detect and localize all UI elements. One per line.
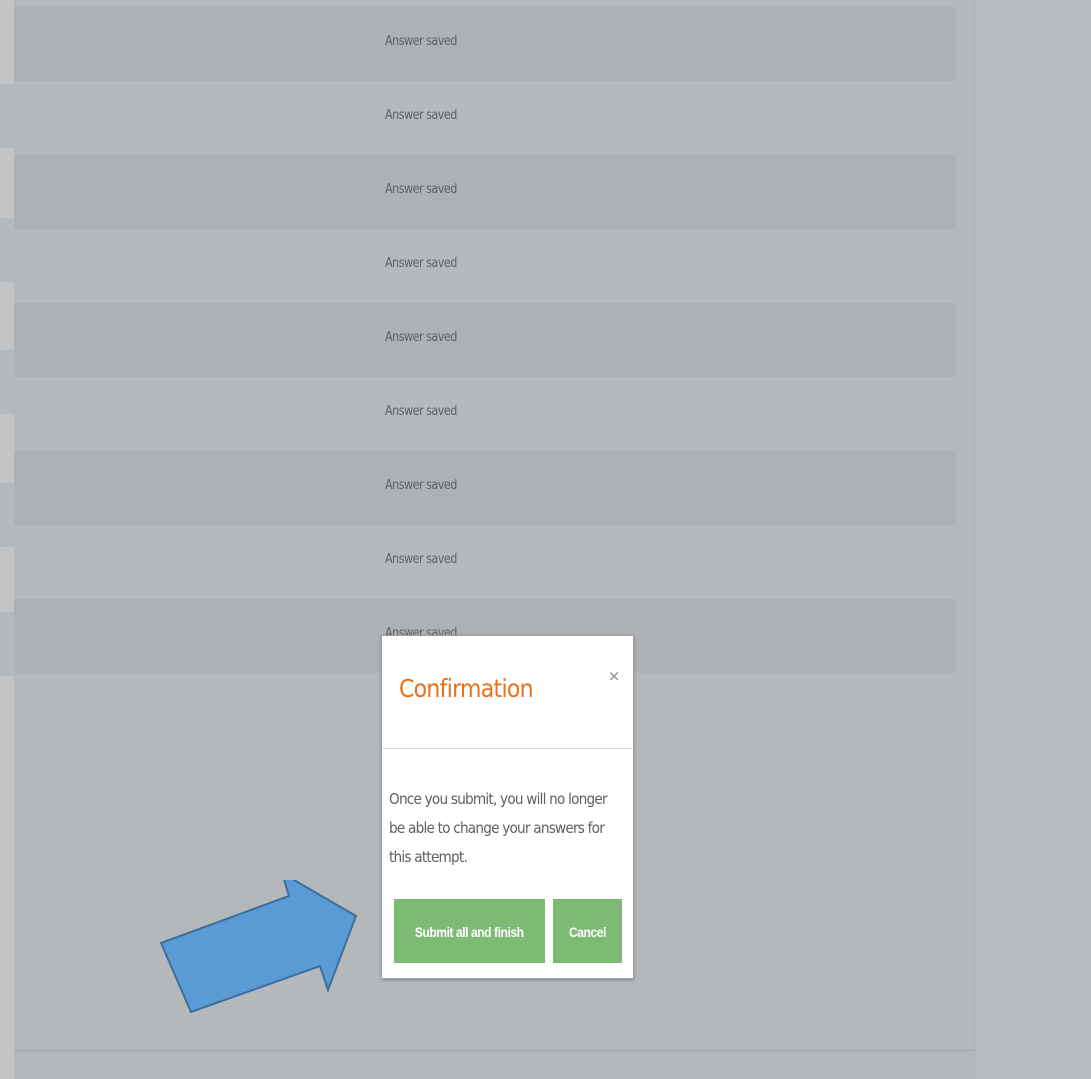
status-text: Answer saved — [385, 256, 457, 271]
table-row: Answer saved — [14, 451, 956, 525]
dialog-header: Confirmation × — [382, 636, 633, 749]
table-row: Answer saved — [14, 7, 956, 81]
question-tab[interactable] — [0, 218, 14, 282]
cancel-button-label: Cancel — [569, 924, 606, 940]
close-icon[interactable]: × — [606, 666, 622, 686]
question-tab[interactable] — [0, 350, 14, 414]
quiz-summary-page: Answer saved Answer saved Answer saved A… — [0, 0, 1091, 1079]
dialog-title: Confirmation — [399, 674, 534, 703]
table-row: Answer saved — [14, 229, 956, 303]
question-tab[interactable] — [0, 483, 14, 547]
table-row: Answer saved — [14, 377, 956, 451]
left-question-nav — [0, 0, 14, 1079]
arrow-pointer-icon — [159, 880, 358, 1014]
right-sidebar — [975, 0, 1091, 1079]
status-text: Answer saved — [385, 330, 457, 345]
table-row: Answer saved — [14, 155, 956, 229]
dialog-message: Once you submit, you will no longer be a… — [389, 785, 627, 872]
attempt-summary-table: Answer saved Answer saved Answer saved A… — [14, 7, 956, 673]
status-text: Answer saved — [385, 404, 457, 419]
confirmation-dialog: Confirmation × Once you submit, you will… — [381, 635, 634, 979]
message-line: Once you submit, you will no longer — [389, 790, 608, 808]
status-text: Answer saved — [385, 108, 457, 123]
table-row: Answer saved — [14, 81, 956, 155]
submit-all-and-finish-button[interactable]: Submit all and finish — [394, 899, 545, 963]
cancel-button[interactable]: Cancel — [553, 899, 622, 963]
message-line: be able to change your answers for — [389, 819, 605, 837]
status-text: Answer saved — [385, 34, 457, 49]
submit-button-label: Submit all and finish — [415, 924, 524, 940]
question-tab[interactable] — [0, 612, 14, 676]
table-row: Answer saved — [14, 525, 956, 599]
table-row: Answer saved — [14, 303, 956, 377]
status-text: Answer saved — [385, 478, 457, 493]
question-tab[interactable] — [0, 84, 14, 148]
message-line: this attempt. — [389, 848, 468, 866]
status-text: Answer saved — [385, 182, 457, 197]
status-text: Answer saved — [385, 552, 457, 567]
